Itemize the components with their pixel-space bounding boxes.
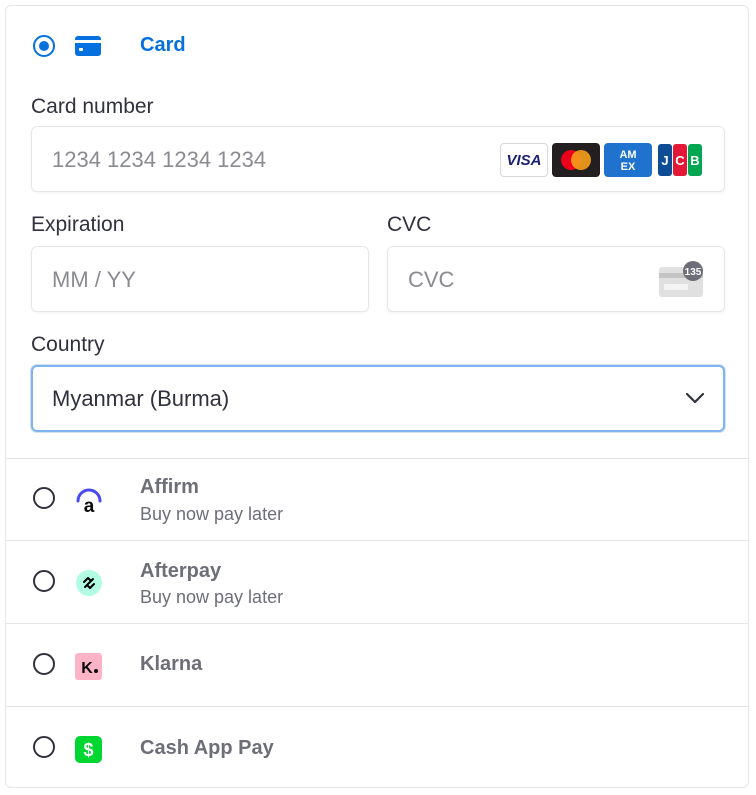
card-method-title: Card [140,34,186,56]
klarna-radio[interactable] [33,653,55,675]
cvc-hint-digits: 135 [685,267,702,278]
affirm-radio[interactable] [33,487,55,509]
svg-text:AM: AM [619,149,636,161]
affirm-subtitle: Buy now pay later [140,504,284,524]
amex-icon: AM EX [604,143,652,177]
afterpay-icon [75,569,103,602]
svg-text:a: a [84,496,95,515]
country-value: Myanmar (Burma) [52,386,230,411]
klarna-icon: K [75,653,102,685]
klarna-option[interactable]: K Klarna [6,624,748,707]
payment-methods-panel: Card Card number 1234 1234 1234 1234 VIS… [5,5,749,788]
cvc-label: CVC [387,213,432,236]
svg-text:VISA: VISA [506,152,541,169]
afterpay-option[interactable]: Afterpay Buy now pay later [6,541,748,624]
affirm-title: Affirm [140,476,199,498]
affirm-option[interactable]: a Affirm Buy now pay later [6,458,748,541]
card-number-placeholder: 1234 1234 1234 1234 [52,147,267,172]
afterpay-subtitle: Buy now pay later [140,587,284,607]
country-label: Country [31,333,105,356]
card-number-label: Card number [31,95,154,118]
svg-text:C: C [675,153,685,168]
expiration-label: Expiration [31,213,125,236]
cash-app-pay-option[interactable]: $ Cash App Pay [6,707,748,787]
svg-text:EX: EX [621,161,636,173]
jcb-icon: J C B [656,143,704,177]
cvc-card-icon: 135 [658,261,706,304]
expiration-input[interactable]: MM / YY [31,246,369,312]
mastercard-icon [552,143,600,177]
affirm-icon: a [75,487,103,520]
afterpay-radio[interactable] [33,570,55,592]
cash-app-icon: $ [75,736,102,768]
cvc-input[interactable]: CVC 135 [387,246,725,312]
card-payment-section: Card Card number 1234 1234 1234 1234 VIS… [6,6,748,459]
card-number-input[interactable]: 1234 1234 1234 1234 VISA AM EX J C B [31,126,725,192]
svg-text:$: $ [83,740,93,760]
cvc-placeholder: CVC [408,267,455,292]
card-icon [75,36,101,61]
card-method-header[interactable]: Card [6,6,748,86]
svg-text:K: K [81,660,93,677]
cash-app-pay-title: Cash App Pay [140,737,274,759]
svg-text:J: J [661,153,668,168]
klarna-title: Klarna [140,653,203,675]
chevron-down-icon [685,391,705,410]
card-radio[interactable] [33,35,55,57]
afterpay-title: Afterpay [140,560,222,582]
country-select[interactable]: Myanmar (Burma) [31,365,725,432]
visa-icon: VISA [500,143,548,177]
cash-app-pay-radio[interactable] [33,736,55,758]
svg-text:B: B [690,153,699,168]
expiration-placeholder: MM / YY [52,267,136,292]
